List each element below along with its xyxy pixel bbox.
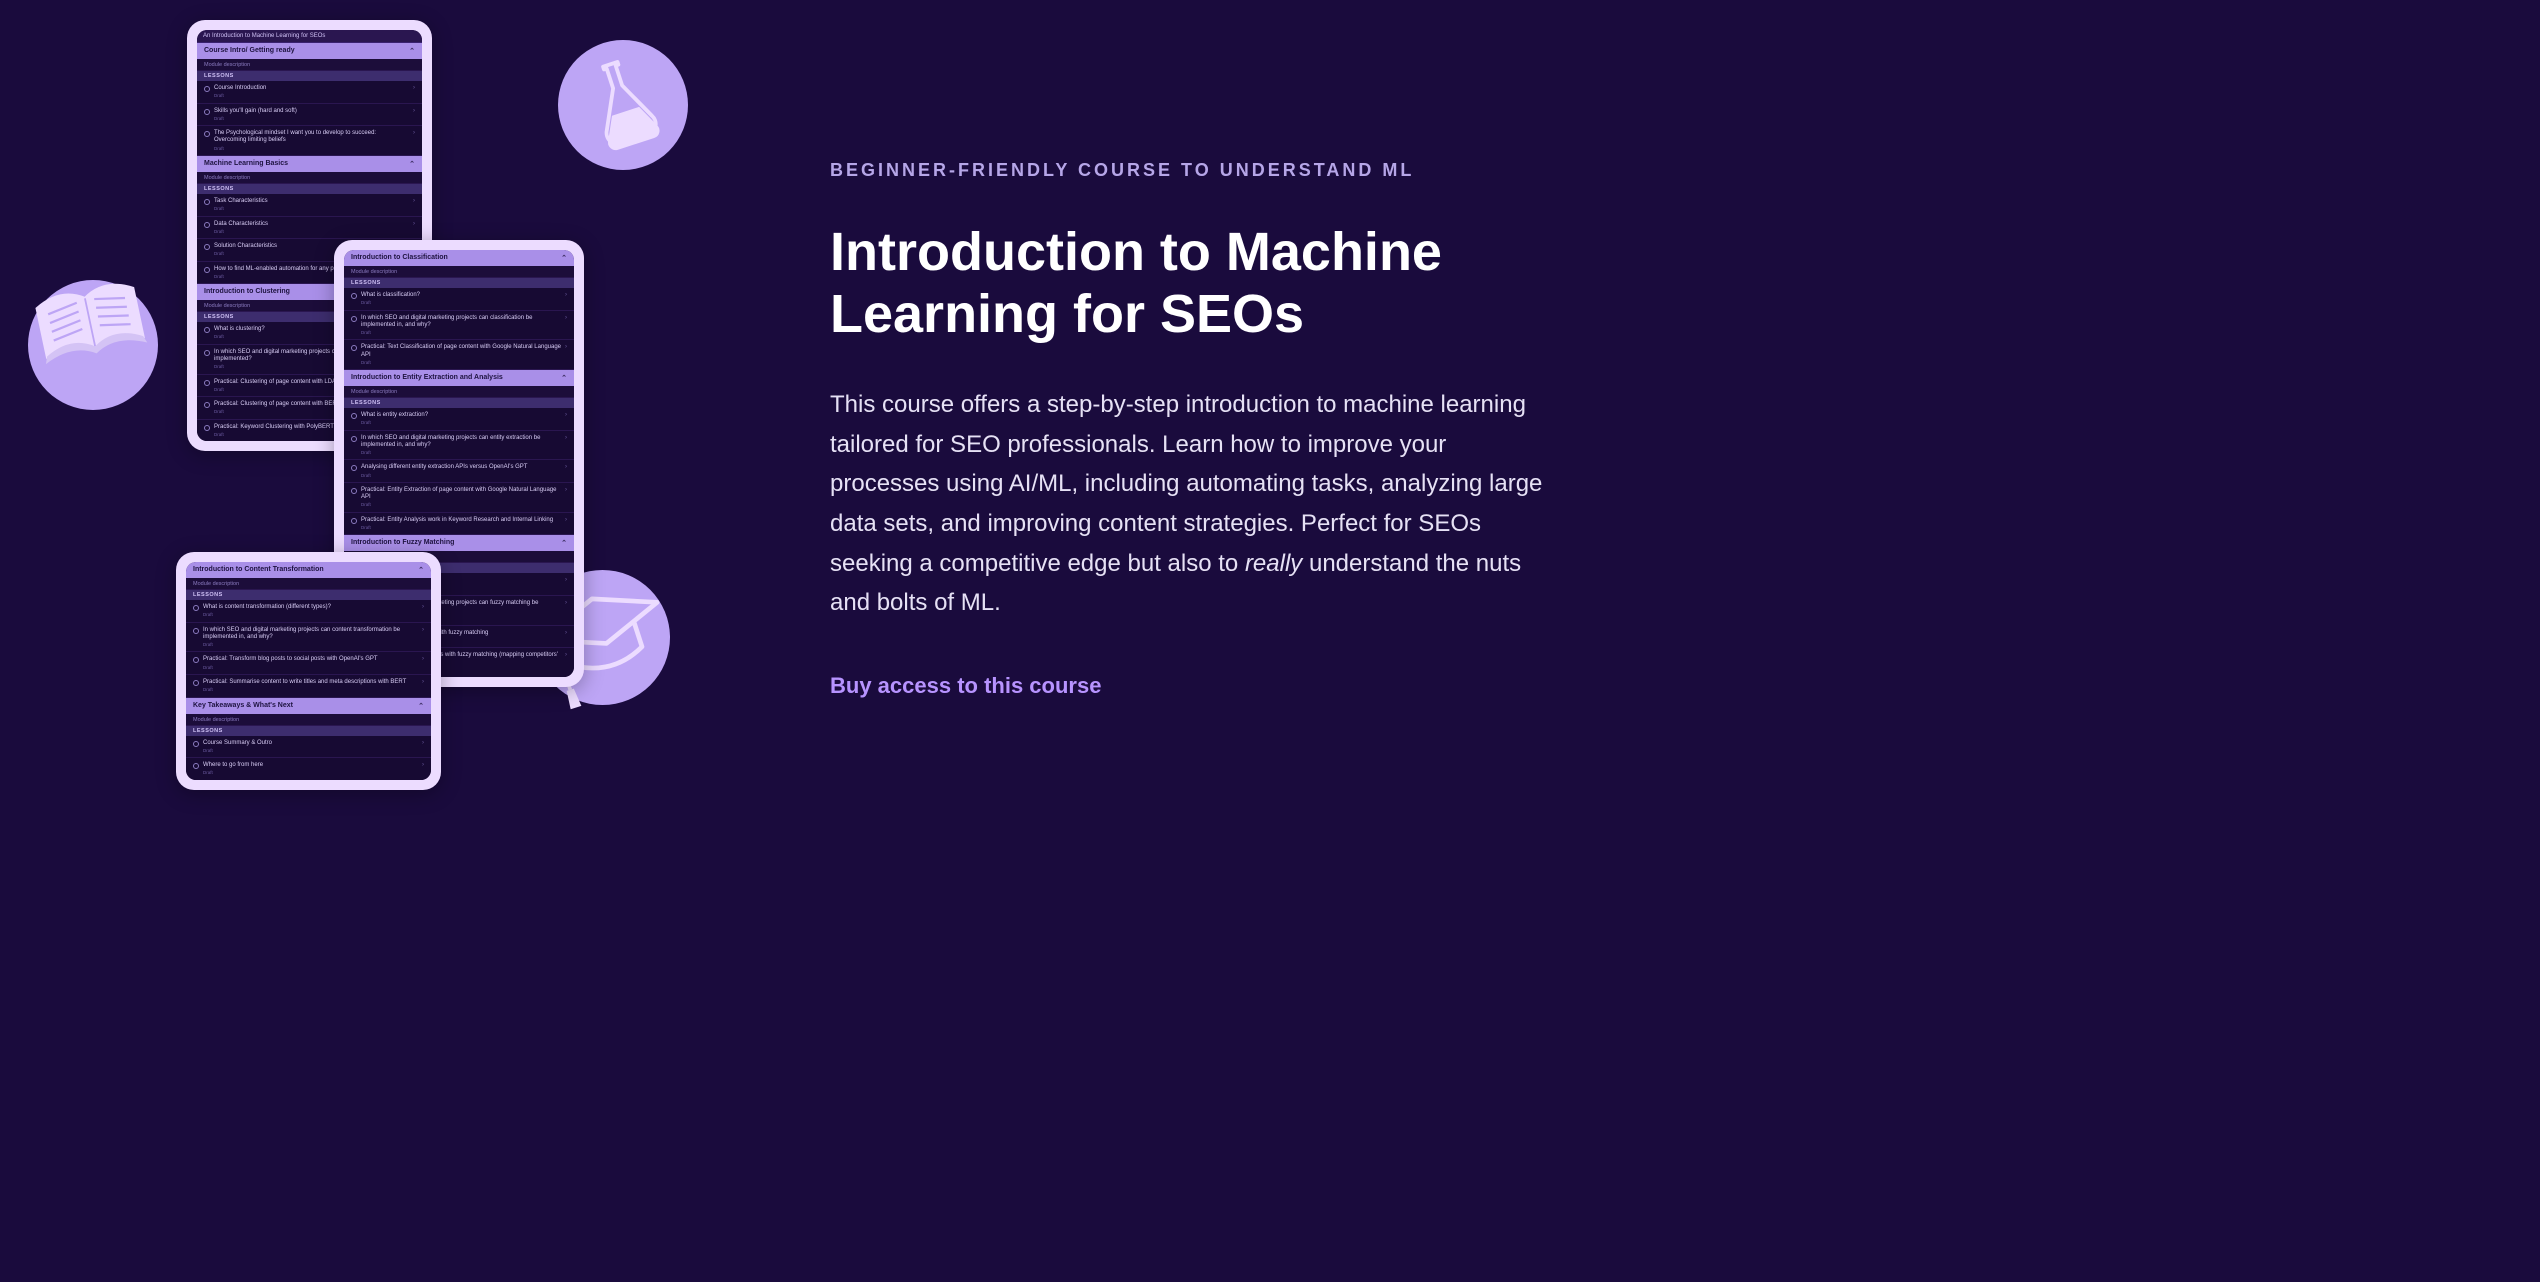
lesson-row[interactable]: Course Summary & OutroDraft› (186, 736, 431, 759)
lesson-row[interactable]: Practical: Entity Analysis work in Keywo… (344, 513, 574, 536)
lesson-row[interactable]: Practical: Summarise content to write ti… (186, 675, 431, 698)
lesson-row[interactable]: Practical: Entity Extraction of page con… (344, 483, 574, 513)
lesson-row[interactable]: Data CharacteristicsDraft› (197, 217, 422, 240)
lessons-label: LESSONS (197, 71, 422, 81)
lesson-row[interactable]: In which SEO and digital marketing proje… (344, 311, 574, 341)
lesson-row[interactable]: The Psychological mindset I want you to … (197, 126, 422, 156)
lessons-label: LESSONS (344, 398, 574, 408)
buy-access-link[interactable]: Buy access to this course (830, 673, 1101, 698)
flask-icon (558, 40, 688, 170)
book-icon (28, 280, 158, 410)
eyebrow-text: BEGINNER-FRIENDLY COURSE TO UNDERSTAND M… (830, 160, 1550, 181)
lesson-row[interactable]: Analysing different entity extraction AP… (344, 460, 574, 483)
lessons-label: LESSONS (344, 278, 574, 288)
module-header[interactable]: Introduction to Content Transformation⌃ (186, 562, 431, 578)
module-description: Module description (197, 59, 422, 71)
module-description: Module description (197, 172, 422, 184)
lesson-row[interactable]: What is classification?Draft› (344, 288, 574, 311)
lesson-row[interactable]: In which SEO and digital marketing proje… (344, 431, 574, 461)
module-header[interactable]: Machine Learning Basics⌃ (197, 156, 422, 172)
module-description: Module description (186, 714, 431, 726)
lessons-label: LESSONS (197, 184, 422, 194)
lessons-label: LESSONS (186, 726, 431, 736)
lesson-row[interactable]: Course IntroductionDraft› (197, 81, 422, 104)
lesson-row[interactable]: Practical: Text Classification of page c… (344, 340, 574, 370)
lesson-row[interactable]: What is content transformation (differen… (186, 600, 431, 623)
module-header[interactable]: Introduction to Fuzzy Matching⌃ (344, 535, 574, 551)
card-topbar: An Introduction to Machine Learning for … (197, 30, 422, 43)
module-description: Module description (186, 578, 431, 590)
lesson-row[interactable]: Practical: Transform blog posts to socia… (186, 652, 431, 675)
lesson-row[interactable]: Where to go from hereDraft› (186, 758, 431, 780)
lessons-label: LESSONS (186, 590, 431, 600)
module-description: Module description (344, 386, 574, 398)
lesson-row[interactable]: In which SEO and digital marketing proje… (186, 623, 431, 653)
module-header[interactable]: Introduction to Classification⌃ (344, 250, 574, 266)
course-title: Introduction to Machine Learning for SEO… (830, 221, 1550, 345)
course-description: This course offers a step-by-step introd… (830, 385, 1550, 623)
lesson-row[interactable]: What is entity extraction?Draft› (344, 408, 574, 431)
module-header[interactable]: Key Takeaways & What's Next⌃ (186, 698, 431, 714)
curriculum-card: Introduction to Content Transformation⌃M… (176, 552, 441, 790)
module-header[interactable]: Introduction to Entity Extraction and An… (344, 370, 574, 386)
module-description: Module description (344, 266, 574, 278)
lesson-row[interactable]: Skills you'll gain (hard and soft)Draft› (197, 104, 422, 127)
lesson-row[interactable]: Task CharacteristicsDraft› (197, 194, 422, 217)
module-header[interactable]: Course Intro/ Getting ready⌃ (197, 43, 422, 59)
